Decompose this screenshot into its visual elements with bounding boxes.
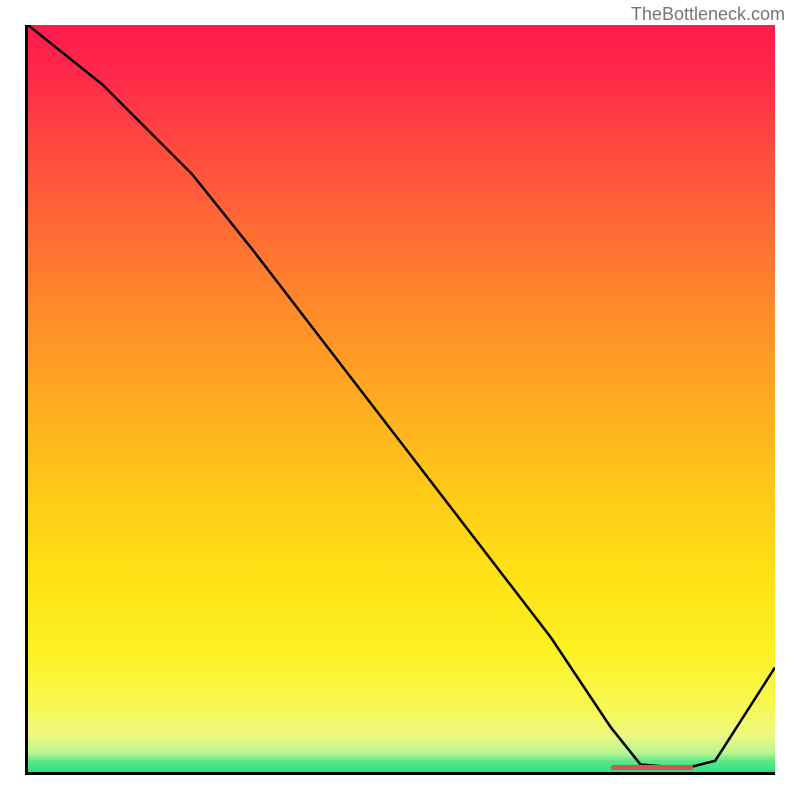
bottleneck-curve (28, 25, 775, 768)
curve-svg (28, 25, 775, 772)
chart-container: TheBottleneck.com (0, 0, 800, 800)
minimum-marker (611, 765, 693, 770)
chart-plot-area (25, 25, 775, 775)
watermark-text: TheBottleneck.com (631, 4, 785, 25)
